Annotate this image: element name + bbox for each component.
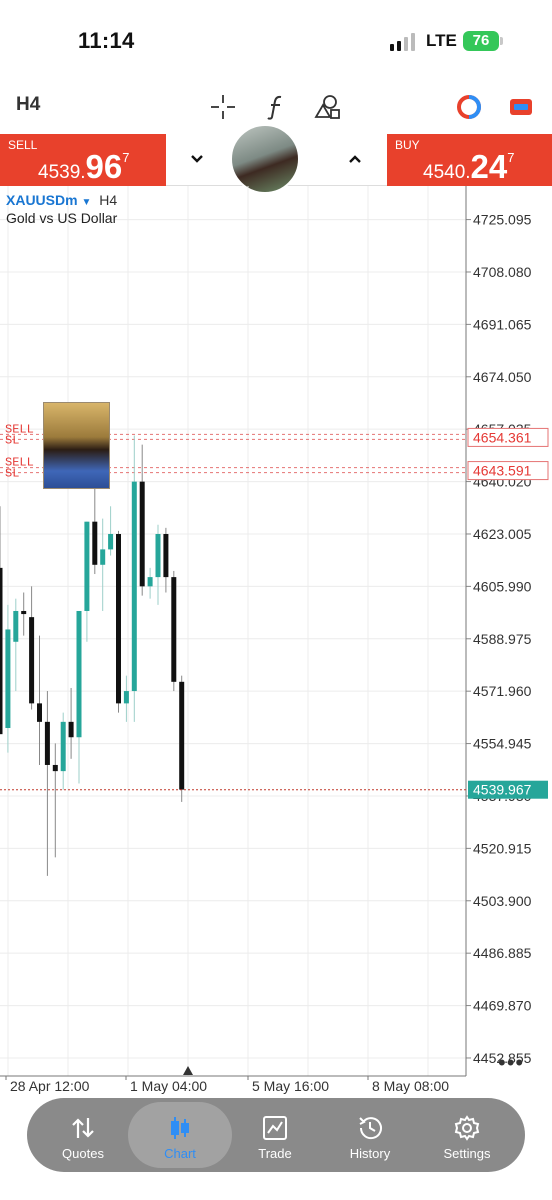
candle-body [60,721,66,772]
caret-down-icon: ▼ [81,197,92,208]
battery-level: 76 [463,31,499,51]
candle-body [116,533,121,704]
symbol-name: XAUUSDm [6,192,78,208]
candle-body [163,533,169,578]
buy-button[interactable]: BUY 4540.247 [387,134,552,186]
price-chart[interactable]: 4725.0954708.0804691.0654674.0504657.035… [0,186,552,1096]
candle-body [37,703,42,722]
price-tick-label: 4520.915 [473,840,532,856]
sell-button[interactable]: SELL 4539.967 [0,134,166,186]
price-tick-label: 4588.975 [473,631,532,647]
current-price-label: 4539.967 [473,782,532,798]
settings-icon [454,1115,480,1141]
nav-history[interactable]: History [322,1102,418,1168]
more-options-icon[interactable]: ••• [498,1050,524,1076]
candle-body [179,681,185,790]
crosshair-icon[interactable] [208,92,238,122]
price-tick-label: 4469.870 [473,998,532,1014]
chart-icon [171,1117,189,1139]
candle-body [155,533,161,578]
bottom-nav: Quotes Chart Trade History Settings [27,1098,525,1172]
status-bar: 11:14 LTE 76 [0,0,552,84]
trade-icon [263,1116,287,1140]
nav-settings-label: Settings [443,1146,491,1161]
candle-body [44,721,50,765]
candle-body [92,521,98,565]
candle-body [0,567,3,735]
candle-body [139,481,145,587]
symbol-description: Gold vs US Dollar [6,210,118,226]
network-type: LTE [426,31,457,50]
stop-loss-label: SL [5,467,19,481]
nav-quotes[interactable]: Quotes [35,1102,131,1168]
price-tick-label: 4571.960 [473,683,532,699]
indicator-f-icon[interactable] [262,92,292,122]
candle-body [131,481,137,692]
battery-cap-icon [500,37,503,45]
candle-body [29,617,35,704]
sell-label: SELL [8,138,38,152]
candle-body [84,521,90,611]
nav-trade[interactable]: Trade [227,1102,323,1168]
color-ring-icon[interactable] [454,92,484,122]
candle-body [171,577,177,682]
price-tick-label: 4503.900 [473,893,532,909]
candle-body [123,691,129,704]
price-tick-label: 4486.885 [473,945,532,961]
history-icon [359,1117,382,1140]
candlestick-chart[interactable]: 4725.0954708.0804691.0654674.0504657.035… [0,186,552,1096]
candle-body [100,549,106,565]
buy-price: 4540.247 [423,148,515,185]
candle-body [108,533,114,550]
candle-body [76,610,82,738]
stop-loss-label: SL [5,433,19,447]
chevron-up-icon[interactable] [344,148,366,170]
clock: 11:14 [78,28,135,53]
window-icon[interactable] [506,92,536,122]
nav-history-label: History [349,1146,391,1161]
price-tick-label: 4708.080 [473,264,532,280]
nav-settings[interactable]: Settings [419,1102,515,1168]
avatar-photo [230,124,300,194]
chevron-down-icon[interactable] [186,148,208,170]
timeframe-button[interactable]: H4 [16,94,40,116]
price-tick-label: 4623.005 [473,526,532,542]
time-label: 28 Apr 12:00 [10,1078,90,1094]
price-tick-label: 4691.065 [473,316,532,332]
candle-body [68,721,74,738]
time-label: 8 May 08:00 [372,1078,449,1094]
nav-trade-label: Trade [258,1146,292,1161]
symbol-timeframe: H4 [99,192,118,208]
objects-icon[interactable] [313,92,343,122]
candle-body [52,764,58,772]
candle-body [21,610,27,615]
candle-body [147,577,153,587]
signal-icon [390,33,415,51]
sticker-photo [43,402,110,489]
nav-quotes-label: Quotes [62,1146,104,1161]
price-tick-label: 4674.050 [473,369,532,385]
order-price-label: 4654.361 [473,429,532,445]
price-tick-label: 4554.945 [473,736,532,752]
nav-chart[interactable]: Chart [128,1102,232,1168]
quotes-icon [72,1118,94,1138]
symbol-header[interactable]: XAUUSDm ▼ H4 [6,192,117,208]
time-label: 5 May 16:00 [252,1078,329,1094]
nav-chart-label: Chart [164,1146,196,1161]
sell-price: 4539.967 [38,148,130,185]
buy-label: BUY [395,138,420,152]
price-tick-label: 4605.990 [473,578,532,594]
current-time-marker [183,1066,193,1075]
time-label: 1 May 04:00 [130,1078,207,1094]
price-tick-label: 4725.095 [473,212,532,228]
candle-body [13,610,19,642]
candle-body [5,629,11,729]
chart-toolbar: H4 [0,86,552,130]
order-price-label: 4643.591 [473,463,532,479]
